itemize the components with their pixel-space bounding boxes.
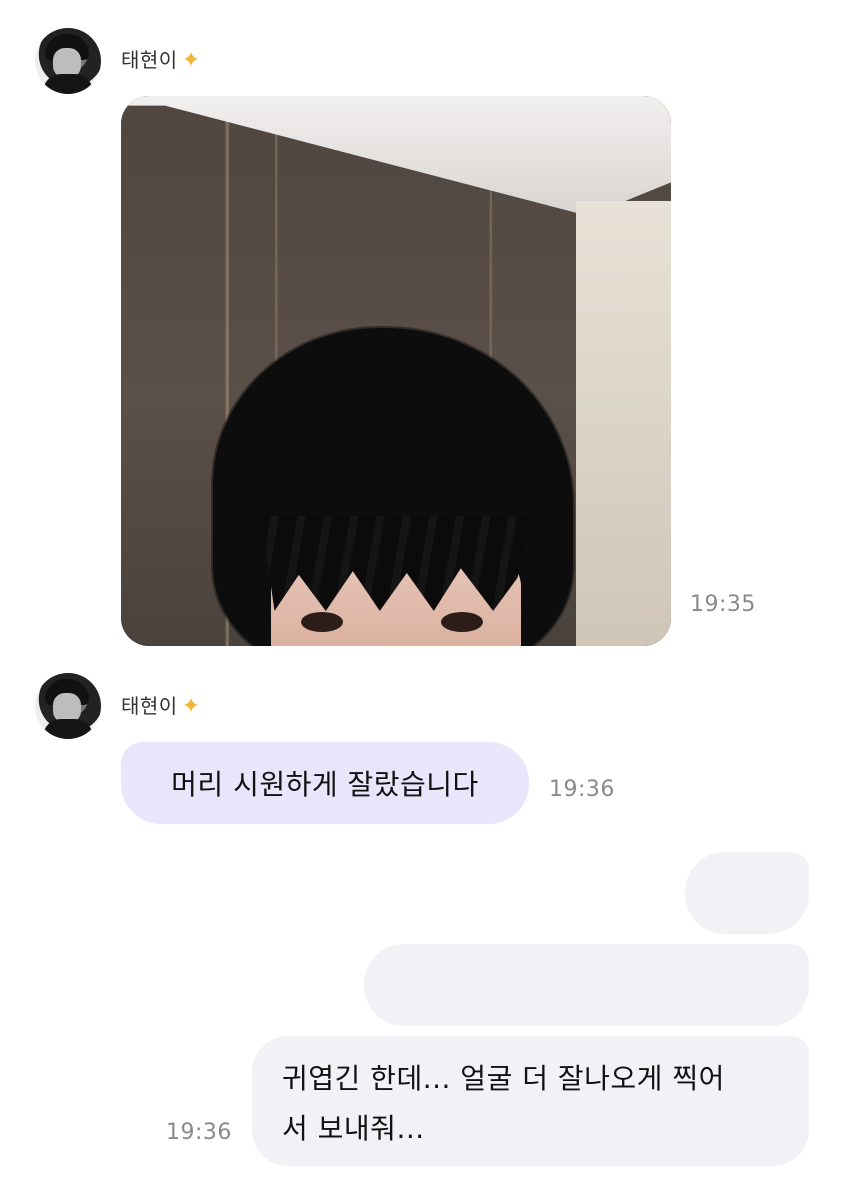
message-photo[interactable]: [121, 96, 671, 646]
message-text: 귀엽긴 한데... 얼굴 더 잘나오게 찍어 서 보내줘...: [282, 1062, 725, 1145]
message-time: 19:36: [166, 1120, 232, 1145]
message-time: 19:36: [549, 777, 615, 802]
crown-icon: ✦: [181, 48, 201, 73]
outgoing-message-bubble[interactable]: 귀엽긴 한데... 얼굴 더 잘나오게 찍어 서 보내줘...: [252, 1036, 809, 1166]
crown-icon: ✦: [181, 694, 201, 719]
outgoing-message-bubble[interactable]: [364, 944, 809, 1026]
sender-name: 태현이 ✦: [121, 694, 201, 719]
incoming-message-bubble[interactable]: 머리 시원하게 잘랐습니다: [121, 742, 529, 824]
outgoing-message-bubble[interactable]: [685, 852, 809, 934]
message-text: 머리 시원하게 잘랐습니다: [171, 768, 479, 801]
avatar[interactable]: [35, 28, 101, 94]
avatar[interactable]: [35, 673, 101, 739]
message-time: 19:35: [690, 592, 756, 617]
sender-name: 태현이 ✦: [121, 48, 201, 73]
